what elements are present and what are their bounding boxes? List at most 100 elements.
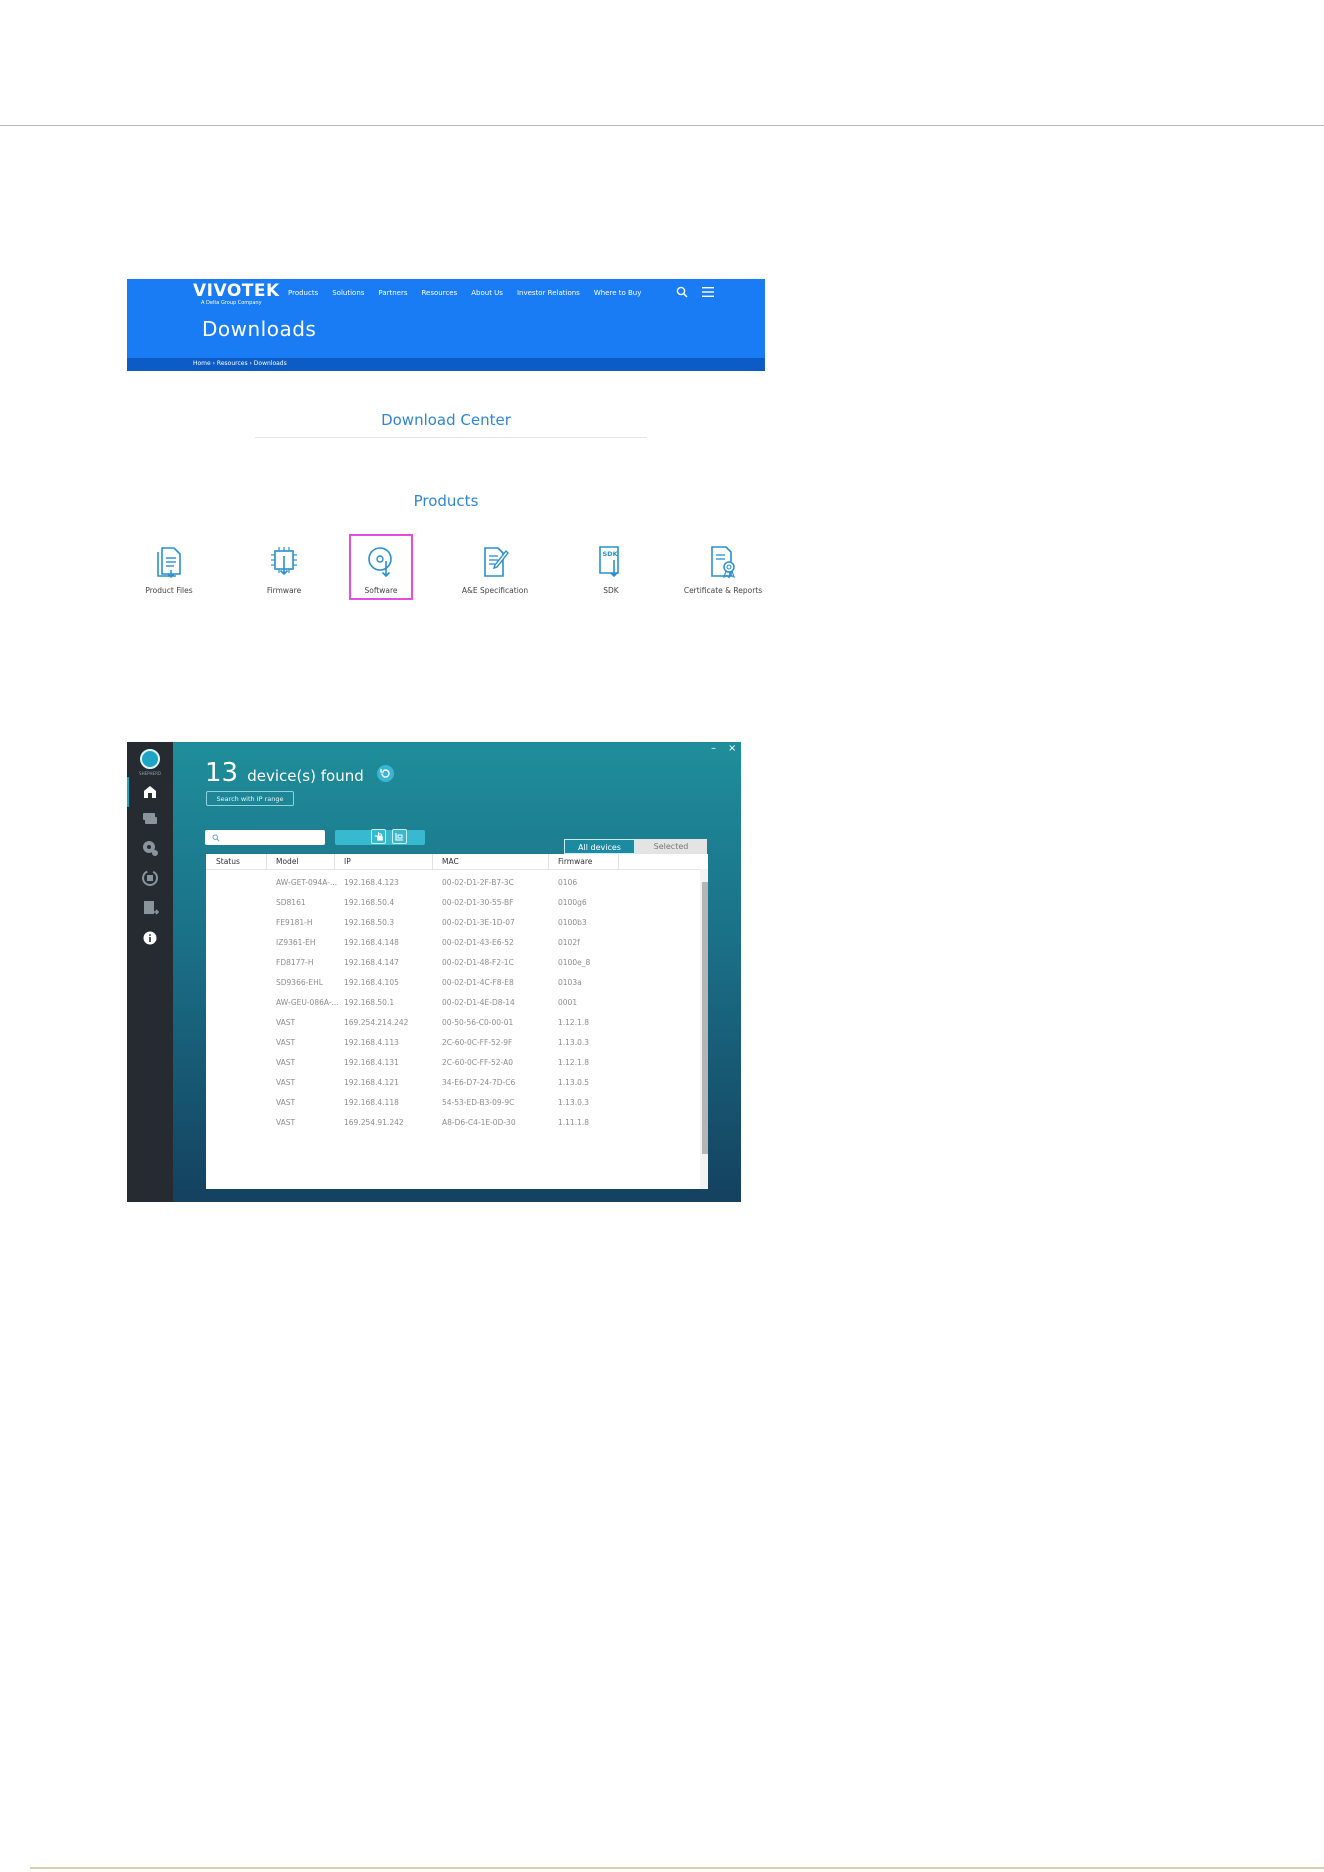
search-icon <box>212 834 220 842</box>
category-sdk[interactable]: SDK SDK <box>567 544 655 595</box>
cell-firmware: 0103a <box>558 978 582 987</box>
table-header: Status Model IP MAC Firmware <box>206 854 708 870</box>
vivotek-logo[interactable]: VIVOTEK A Delta Group Company <box>193 282 280 306</box>
column-divider <box>334 854 335 869</box>
category-label: SDK <box>603 586 619 595</box>
page-title: Downloads <box>202 317 317 341</box>
category-certificate-reports[interactable]: Certificate & Reports <box>679 544 767 595</box>
product-files-icon <box>157 547 181 579</box>
column-header-status[interactable]: Status <box>216 857 240 866</box>
cell-mac: A8-D6-C4-1E-0D-30 <box>442 1118 516 1127</box>
category-firmware[interactable]: Firmware <box>240 544 328 595</box>
cell-model: FD8177-H <box>276 958 314 967</box>
cell-model: VAST <box>276 1058 296 1067</box>
software-highlight-box <box>349 534 413 600</box>
cell-firmware: 0100g6 <box>558 898 587 907</box>
cell-firmware: 1.12.1.8 <box>558 1058 590 1067</box>
certificate-icon <box>711 546 736 579</box>
hamburger-menu-icon[interactable] <box>702 287 714 297</box>
search-icon[interactable] <box>676 286 688 298</box>
products-heading: Products <box>413 492 479 510</box>
table-row[interactable]: VAST 169.254.91.242 A8-D6-C4-1E-0D-30 1.11.… <box>206 1111 700 1135</box>
cell-model: IZ9361-EH <box>276 938 316 947</box>
column-header-mac[interactable]: MAC <box>442 857 459 866</box>
main-nav: Products Solutions Partners Resources Ab… <box>288 289 655 297</box>
scrollbar-thumb[interactable] <box>702 882 708 1154</box>
page-bottom-rule <box>30 1867 1324 1869</box>
nav-item-solutions[interactable]: Solutions <box>332 289 364 297</box>
cell-ip: 192.168.4.105 <box>344 978 399 987</box>
column-header-model[interactable]: Model <box>276 857 299 866</box>
import-export-button[interactable] <box>392 829 407 844</box>
close-button[interactable]: × <box>728 743 736 754</box>
sync-update-icon[interactable] <box>140 868 160 888</box>
divider <box>255 437 647 438</box>
cell-firmware: 1.13.0.3 <box>558 1038 590 1047</box>
settings-gear-icon[interactable] <box>140 838 160 858</box>
nav-item-partners[interactable]: Partners <box>378 289 407 297</box>
folder-transfer-icon <box>395 833 403 841</box>
cell-model: VAST <box>276 1018 296 1027</box>
column-header-firmware[interactable]: Firmware <box>558 857 592 866</box>
nav-item-where-to-buy[interactable]: Where to Buy <box>594 289 642 297</box>
device-count: 13 <box>205 758 239 788</box>
cell-ip: 192.168.4.147 <box>344 958 399 967</box>
nav-item-resources[interactable]: Resources <box>422 289 458 297</box>
nav-item-products[interactable]: Products <box>288 289 318 297</box>
firmware-chip-icon <box>271 547 297 576</box>
tab-selected[interactable]: Selected <box>635 839 707 854</box>
devices-stack-icon[interactable] <box>140 808 160 828</box>
breadcrumb[interactable]: Home › Resources › Downloads <box>193 360 287 367</box>
vivotek-downloads-screenshot: VIVOTEK A Delta Group Company Products S… <box>127 279 765 605</box>
cell-firmware: 1.13.0.5 <box>558 1078 590 1087</box>
column-divider <box>618 854 619 869</box>
cell-ip: 192.168.4.118 <box>344 1098 399 1107</box>
category-label: Firmware <box>266 586 302 595</box>
minimize-button[interactable]: – <box>711 743 716 754</box>
home-icon[interactable] <box>140 782 160 802</box>
svg-text:SDK: SDK <box>603 550 619 558</box>
shepherd-app-screenshot: SHEPHERD – × 13 device(s) found Search w… <box>127 742 741 1202</box>
category-label: Product Files <box>145 586 193 595</box>
category-ae-specification[interactable]: A&E Specification <box>451 544 539 595</box>
add-device-button[interactable]: + <box>371 829 386 844</box>
cell-mac: 00-50-56-C0-00-01 <box>442 1018 514 1027</box>
cell-mac: 00-02-D1-30-55-BF <box>442 898 514 907</box>
cell-ip: 192.168.4.113 <box>344 1038 399 1047</box>
column-header-ip[interactable]: IP <box>344 857 351 866</box>
refresh-icon[interactable] <box>376 765 394 782</box>
cell-model: VAST <box>276 1038 296 1047</box>
cell-model: SD8161 <box>276 898 306 907</box>
cell-ip: 169.254.91.242 <box>344 1118 404 1127</box>
category-product-files[interactable]: Product Files <box>125 544 213 595</box>
cell-firmware: 1.12.1.8 <box>558 1018 590 1027</box>
cell-ip: 192.168.50.3 <box>344 918 395 927</box>
nav-item-about-us[interactable]: About Us <box>471 289 503 297</box>
cell-mac: 00-02-D1-48-F2-1C <box>442 958 514 967</box>
device-search-input[interactable] <box>205 830 325 845</box>
cell-firmware: 0001 <box>558 998 578 1007</box>
cell-mac: 2C-60-0C-FF-52-9F <box>442 1038 513 1047</box>
column-divider <box>266 854 267 869</box>
cell-firmware: 0102f <box>558 938 580 947</box>
brand-name: VIVOTEK <box>193 281 280 301</box>
cell-ip: 192.168.4.148 <box>344 938 399 947</box>
column-divider <box>548 854 549 869</box>
logo-text: SHEPHERD <box>139 771 161 776</box>
device-count-heading: 13 device(s) found <box>205 758 394 788</box>
category-label: Certificate & Reports <box>683 586 763 595</box>
plus-icon: + <box>373 829 384 843</box>
export-file-icon[interactable] <box>140 898 160 918</box>
cell-model: SD9366-EHL <box>276 978 323 987</box>
cell-mac: 00-02-D1-43-E6-52 <box>442 938 514 947</box>
cell-firmware: 0100e_8 <box>558 958 591 967</box>
device-table: Status Model IP MAC Firmware AW-GET-094A… <box>206 854 708 1189</box>
cell-mac: 00-02-D1-3E-1D-07 <box>442 918 515 927</box>
search-ip-range-button[interactable]: Search with IP range <box>206 791 294 806</box>
cell-ip: 192.168.50.4 <box>344 898 395 907</box>
tab-all-devices[interactable]: All devices <box>564 839 635 854</box>
cell-mac: 2C-60-0C-FF-52-A0 <box>442 1058 514 1067</box>
nav-item-investor-relations[interactable]: Investor Relations <box>517 289 580 297</box>
info-icon[interactable] <box>140 928 160 948</box>
shepherd-logo-icon <box>140 749 160 769</box>
